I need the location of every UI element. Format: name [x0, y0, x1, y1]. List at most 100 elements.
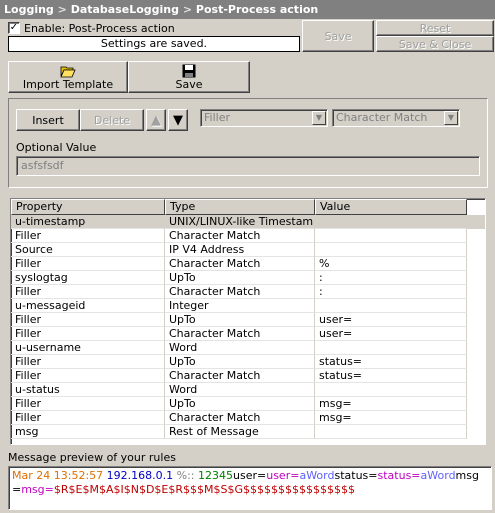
- type-cell: UNIX/LINUX-like Timestamp: [165, 215, 315, 229]
- column-header-property[interactable]: Property: [11, 199, 165, 215]
- value-cell: :: [315, 285, 467, 299]
- type-cell: IP V4 Address: [165, 243, 315, 257]
- table-header: Property Type Value: [11, 199, 485, 215]
- value-cell: msg=: [315, 411, 467, 425]
- preview-segment: status=: [377, 469, 421, 482]
- reset-button[interactable]: Reset: [376, 20, 494, 36]
- table-row[interactable]: Filler UpTo user=: [11, 313, 485, 327]
- property-cell: Filler: [11, 257, 165, 271]
- rules-table: Property Type Value u-timestamp UNIX/LINU…: [10, 198, 486, 445]
- optional-value-label: Optional Value: [16, 141, 97, 154]
- type-cell: Character Match: [165, 369, 315, 383]
- chevron-down-icon[interactable]: ▼: [444, 111, 458, 125]
- move-up-button[interactable]: ▲: [146, 109, 166, 131]
- type-cell: Character Match: [165, 327, 315, 341]
- property-cell: Filler: [11, 285, 165, 299]
- property-cell: u-status: [11, 383, 165, 397]
- breadcrumb-separator: >: [53, 3, 71, 16]
- column-header-value[interactable]: Value: [315, 199, 467, 215]
- table-row[interactable]: msg Rest of Message: [11, 425, 485, 439]
- type-select[interactable]: Filler ▼: [200, 109, 328, 127]
- property-cell: Filler: [11, 229, 165, 243]
- preview-label: Message preview of your rules: [8, 451, 176, 464]
- property-cell: Filler: [11, 369, 165, 383]
- arrow-up-icon: ▲: [151, 112, 161, 128]
- table-row[interactable]: Filler Character Match status=: [11, 369, 485, 383]
- status-message: Settings are saved.: [8, 36, 300, 52]
- value-cell: [315, 425, 467, 439]
- match-select-value: Character Match: [336, 111, 428, 124]
- delete-button[interactable]: Delete: [80, 109, 144, 131]
- preview-segment: Mar 24 13:52:57: [12, 469, 107, 482]
- table-row[interactable]: Filler Character Match:: [11, 285, 485, 299]
- chevron-down-icon[interactable]: ▼: [312, 111, 326, 125]
- move-down-button[interactable]: ▼: [168, 109, 188, 131]
- type-cell: Integer: [165, 299, 315, 313]
- type-cell: Character Match: [165, 411, 315, 425]
- table-row[interactable]: u-status Word: [11, 383, 485, 397]
- save-and-close-button[interactable]: Save & Close: [376, 36, 494, 52]
- type-cell: Word: [165, 383, 315, 397]
- value-cell: [315, 229, 467, 243]
- type-cell: Word: [165, 341, 315, 355]
- preview-segment: 12345: [198, 469, 234, 482]
- preview-segment: aWord: [420, 469, 456, 482]
- preview-segment: %::: [176, 469, 199, 482]
- preview-segment: user=: [266, 469, 300, 482]
- table-row[interactable]: Filler Character Match%: [11, 257, 485, 271]
- property-cell: Filler: [11, 397, 165, 411]
- table-row[interactable]: u-username Word: [11, 341, 485, 355]
- table-row[interactable]: Filler Character Match user=: [11, 327, 485, 341]
- type-select-value: Filler: [204, 111, 230, 124]
- preview-segment: msg=: [21, 483, 54, 496]
- match-select[interactable]: Character Match ▼: [332, 109, 460, 127]
- table-row[interactable]: Filler UpTo status=: [11, 355, 485, 369]
- type-cell: UpTo: [165, 397, 315, 411]
- value-cell: status=: [315, 369, 467, 383]
- preview-segment: aWord: [299, 469, 335, 482]
- table-row[interactable]: Filler Character Match: [11, 229, 485, 243]
- table-row[interactable]: Source IP V4 Address: [11, 243, 485, 257]
- property-cell: u-messageid: [11, 299, 165, 313]
- table-row[interactable]: Filler UpTo msg=: [11, 397, 485, 411]
- breadcrumb-separator: >: [179, 3, 196, 16]
- property-cell: syslogtag: [11, 271, 165, 285]
- property-cell: Filler: [11, 355, 165, 369]
- enable-label[interactable]: Enable: Post-Process action: [24, 22, 175, 35]
- table-row[interactable]: u-messageid Integer: [11, 299, 485, 313]
- breadcrumb-title-bar: Logging > DatabaseLogging > Post-Process…: [0, 0, 495, 19]
- save-button[interactable]: Save: [302, 20, 374, 52]
- import-template-label: Import Template: [22, 77, 114, 91]
- type-cell: UpTo: [165, 313, 315, 327]
- value-cell: [315, 243, 467, 257]
- value-cell: status=: [315, 355, 467, 369]
- property-cell: Filler: [11, 327, 165, 341]
- insert-button[interactable]: Insert: [16, 109, 80, 131]
- preview-segment: $R$E$M$A$I$N$D$E$R$$$M$S$G$$$$$$$$$$$$$$…: [53, 483, 355, 496]
- toolbar-save-button[interactable]: Save: [128, 61, 250, 93]
- property-cell: Source: [11, 243, 165, 257]
- value-cell: [315, 215, 467, 229]
- breadcrumb-item[interactable]: Logging: [4, 3, 54, 16]
- preview-segment: status=: [334, 469, 378, 482]
- optional-value-input[interactable]: asfsfsdf: [16, 156, 480, 176]
- breadcrumb-item[interactable]: DatabaseLogging: [71, 3, 179, 16]
- type-cell: Character Match: [165, 285, 315, 299]
- column-header-type[interactable]: Type: [165, 199, 315, 215]
- type-cell: Character Match: [165, 229, 315, 243]
- property-cell: Filler: [11, 411, 165, 425]
- table-row[interactable]: Filler Character Match msg=: [11, 411, 485, 425]
- table-row[interactable]: syslogtag UpTo:: [11, 271, 485, 285]
- enable-checkbox[interactable]: ✓: [8, 22, 20, 34]
- breadcrumb-item-current: Post-Process action: [195, 3, 319, 16]
- toolbar-save-label: Save: [175, 77, 203, 91]
- value-cell: user=: [315, 327, 467, 341]
- property-cell: Filler: [11, 313, 165, 327]
- type-cell: UpTo: [165, 271, 315, 285]
- preview-segment: 192.168.0.1: [106, 469, 177, 482]
- table-row[interactable]: u-timestamp UNIX/LINUX-like Timestamp: [11, 215, 485, 229]
- value-cell: [315, 341, 467, 355]
- value-cell: %: [315, 257, 467, 271]
- import-template-button[interactable]: Import Template: [8, 61, 128, 93]
- value-cell: :: [315, 271, 467, 285]
